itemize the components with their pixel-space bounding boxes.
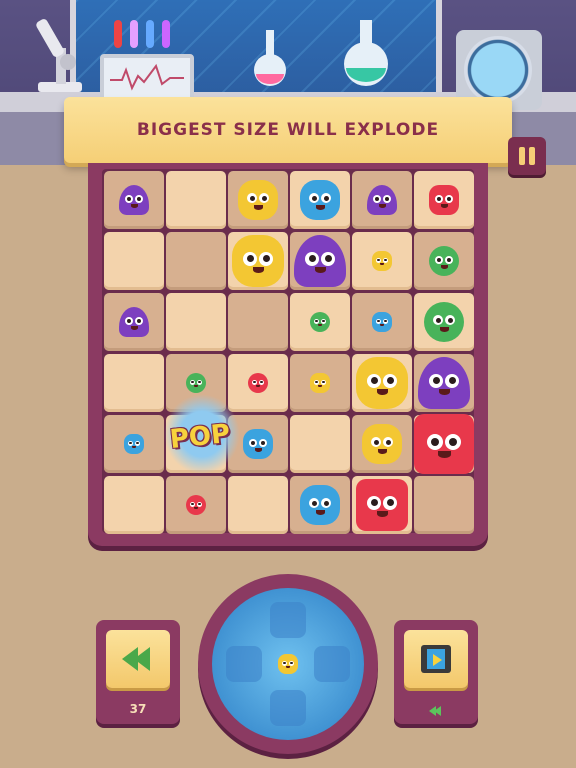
lab-monitor <box>100 54 194 102</box>
board-tile <box>414 476 474 534</box>
yellow-monster <box>232 235 284 287</box>
board-tile <box>166 293 226 351</box>
test-tubes-icon <box>112 18 176 52</box>
film-play-icon <box>421 645 451 673</box>
green-monster <box>310 312 330 332</box>
yellow-monster <box>238 180 278 220</box>
undo-count: 37 <box>129 702 147 716</box>
board-tile <box>290 415 350 473</box>
hamster-wheel-icon <box>464 36 532 104</box>
purple-monster <box>294 235 346 287</box>
rewind-small-icon <box>394 706 478 716</box>
red-monster <box>429 185 459 215</box>
board-grid <box>102 169 474 534</box>
yellow-monster <box>372 251 392 271</box>
red-monster <box>356 479 408 531</box>
blue-monster <box>300 180 340 220</box>
green-monster <box>429 246 459 276</box>
watch-video-button[interactable] <box>394 620 478 724</box>
board-tile <box>228 293 288 351</box>
pink-flask-icon <box>254 30 286 86</box>
purple-monster <box>367 185 397 215</box>
board-tile <box>228 476 288 534</box>
blue-monster <box>124 434 144 454</box>
dpad-up[interactable] <box>270 602 306 638</box>
red-monster <box>186 495 206 515</box>
dpad-right[interactable] <box>314 646 350 682</box>
green-flask-icon <box>344 20 388 86</box>
game-board <box>88 163 488 546</box>
yellow-monster <box>356 357 408 409</box>
dpad-left[interactable] <box>226 646 262 682</box>
green-monster <box>186 373 206 393</box>
red-monster <box>248 373 268 393</box>
green-monster <box>424 302 464 342</box>
blue-monster <box>300 485 340 525</box>
banner-text: BIGGEST SIZE WILL EXPLODE <box>136 120 440 140</box>
purple-monster <box>119 307 149 337</box>
joystick-pad[interactable] <box>212 588 364 740</box>
yellow-monster <box>310 373 330 393</box>
pop-effect: POP <box>150 394 250 474</box>
board-tile <box>104 232 164 290</box>
microscope-icon <box>36 19 82 92</box>
hint-banner: BIGGEST SIZE WILL EXPLODE <box>64 97 512 163</box>
board-tile <box>104 476 164 534</box>
blue-monster <box>372 312 392 332</box>
yellow-monster <box>362 424 402 464</box>
pause-icon <box>519 147 525 165</box>
purple-monster <box>418 357 470 409</box>
red-monster <box>414 414 474 474</box>
pause-button[interactable] <box>508 137 546 175</box>
board-tile <box>166 232 226 290</box>
board-tile <box>166 171 226 229</box>
joystick-monster <box>276 652 300 676</box>
undo-button[interactable]: 37 <box>96 620 180 724</box>
dpad-down[interactable] <box>270 690 306 726</box>
purple-monster <box>119 185 149 215</box>
yellow-monster <box>278 654 298 674</box>
rewind-icon <box>122 647 150 671</box>
joystick[interactable] <box>198 574 378 754</box>
